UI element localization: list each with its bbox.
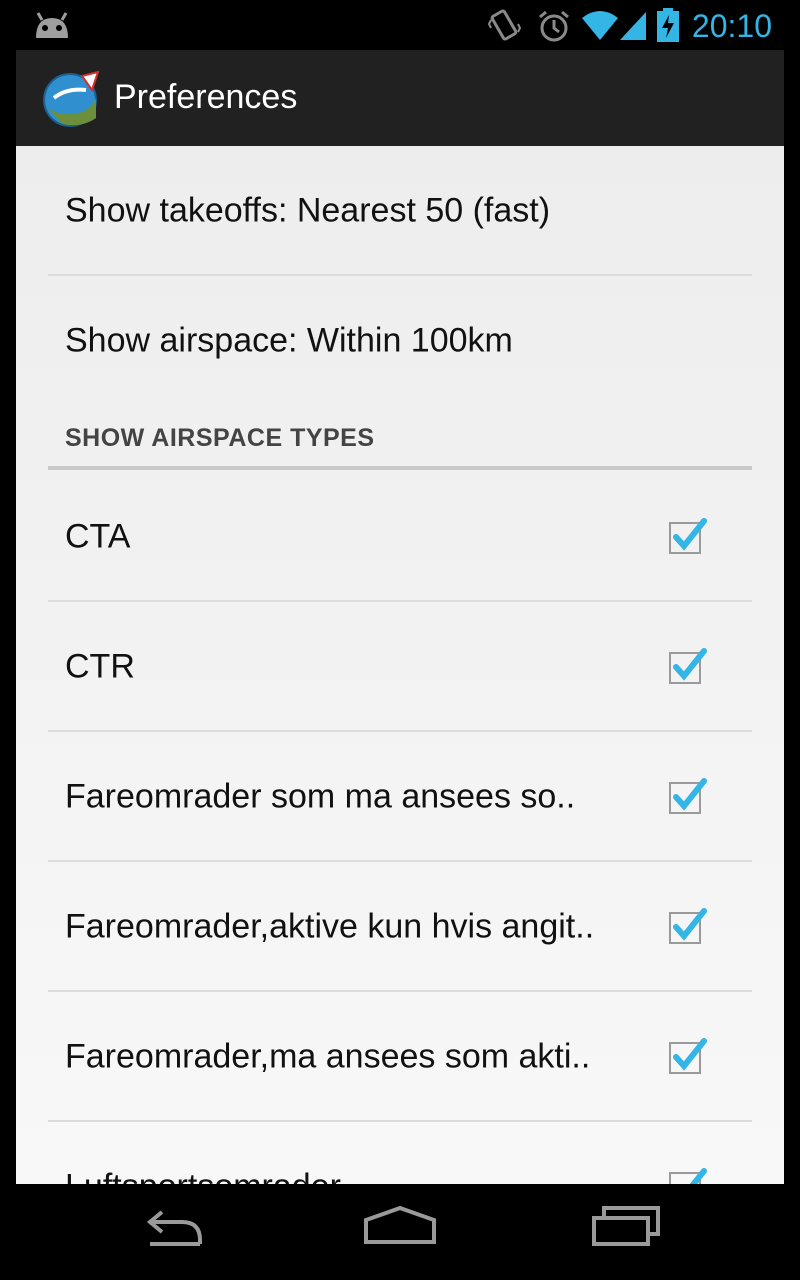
airspace-type-label: Fareomrader,aktive kun hvis angit.. (65, 907, 595, 946)
back-icon[interactable] (140, 1204, 212, 1253)
navigation-bar (0, 1184, 800, 1280)
checkbox-checked-icon[interactable] (668, 777, 708, 817)
app-logo-icon[interactable] (42, 68, 102, 128)
pref-show-takeoffs[interactable]: Show takeoffs: Nearest 50 (fast) (48, 146, 752, 276)
wifi-icon (580, 8, 620, 47)
section-divider (48, 466, 752, 470)
vibrate-icon (487, 8, 522, 49)
home-icon[interactable] (362, 1204, 438, 1253)
airspace-type-label: Fareomrader,ma ansees som akti.. (65, 1037, 591, 1076)
airspace-type-label: Luftsportsomrader (65, 1168, 341, 1185)
preferences-list: Show takeoffs: Nearest 50 (fast) Show ai… (16, 146, 784, 1184)
section-header: SHOW AIRSPACE TYPES (48, 408, 752, 470)
pref-show-takeoffs-label: Show takeoffs: Nearest 50 (fast) (65, 191, 551, 230)
airspace-type-ctr[interactable]: CTR (48, 602, 752, 732)
recent-apps-icon[interactable] (590, 1204, 662, 1253)
page-title: Preferences (114, 78, 298, 116)
signal-icon (618, 8, 648, 47)
status-time: 20:10 (691, 8, 772, 44)
checkbox-checked-icon[interactable] (668, 517, 708, 557)
airspace-type-luftsportsomrader[interactable]: Luftsportsomrader (48, 1122, 752, 1184)
pref-show-airspace[interactable]: Show airspace: Within 100km (48, 276, 752, 406)
section-header-label: SHOW AIRSPACE TYPES (65, 424, 375, 452)
airspace-type-label: CTR (65, 647, 135, 686)
airspace-type-fareomrader-3[interactable]: Fareomrader,ma ansees som akti.. (48, 992, 752, 1122)
airspace-type-fareomrader-1[interactable]: Fareomrader som ma ansees so.. (48, 732, 752, 862)
alarm-icon (536, 8, 572, 49)
battery-charging-icon (656, 8, 680, 47)
android-debug-icon (32, 10, 72, 45)
checkbox-checked-icon[interactable] (668, 1037, 708, 1077)
checkbox-checked-icon[interactable] (668, 1167, 708, 1184)
airspace-type-label: CTA (65, 517, 131, 556)
airspace-type-fareomrader-2[interactable]: Fareomrader,aktive kun hvis angit.. (48, 862, 752, 992)
status-bar: 20:10 (0, 0, 800, 50)
checkbox-checked-icon[interactable] (668, 647, 708, 687)
airspace-type-label: Fareomrader som ma ansees so.. (65, 777, 576, 816)
checkbox-checked-icon[interactable] (668, 907, 708, 947)
airspace-type-cta[interactable]: CTA (48, 472, 752, 602)
pref-show-airspace-label: Show airspace: Within 100km (65, 321, 513, 360)
action-bar: Preferences (16, 50, 784, 146)
